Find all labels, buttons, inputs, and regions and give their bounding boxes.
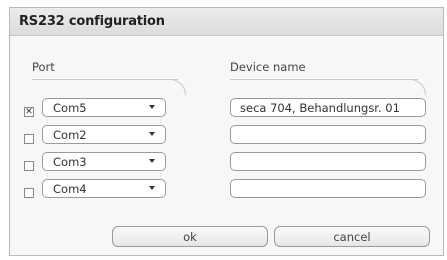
row-1-port-select[interactable]: Com5 bbox=[42, 98, 166, 117]
port-column-header: Port bbox=[32, 60, 55, 74]
cancel-button[interactable]: cancel bbox=[274, 226, 430, 247]
row-2-port-value: Com2 bbox=[53, 128, 87, 142]
rs232-config-dialog: RS232 configuration Port Device name ✕ C… bbox=[9, 7, 444, 256]
row-4-port-select[interactable]: Com4 bbox=[42, 179, 166, 198]
device-column-header: Device name bbox=[230, 60, 306, 74]
dialog-titlebar: RS232 configuration bbox=[10, 8, 443, 36]
row-4-device-name-input[interactable] bbox=[230, 179, 426, 198]
row-2-port-select[interactable]: Com2 bbox=[42, 125, 166, 144]
row-1-enable-checkbox[interactable]: ✕ bbox=[24, 107, 34, 117]
row-2-device-name-input[interactable] bbox=[230, 125, 426, 144]
row-3-device-name-input[interactable] bbox=[230, 152, 426, 171]
dialog-title: RS232 configuration bbox=[19, 14, 165, 29]
row-2-enable-checkbox[interactable] bbox=[24, 134, 34, 144]
port-header-divider bbox=[32, 79, 178, 80]
device-header-divider bbox=[230, 79, 418, 80]
row-1-port-value: Com5 bbox=[53, 101, 87, 115]
row-3-port-select[interactable]: Com3 bbox=[42, 152, 166, 171]
dropdown-arrow-icon bbox=[149, 105, 155, 109]
device-header-divider-curve bbox=[410, 79, 426, 95]
ok-button[interactable]: ok bbox=[112, 226, 268, 247]
dropdown-arrow-icon bbox=[149, 132, 155, 136]
row-1-device-name-input[interactable] bbox=[230, 98, 426, 117]
row-4-enable-checkbox[interactable] bbox=[24, 188, 34, 198]
dropdown-arrow-icon bbox=[149, 186, 155, 190]
row-3-enable-checkbox[interactable] bbox=[24, 161, 34, 171]
dropdown-arrow-icon bbox=[149, 159, 155, 163]
port-header-divider-curve bbox=[170, 79, 186, 95]
row-3-port-value: Com3 bbox=[53, 155, 87, 169]
row-4-port-value: Com4 bbox=[53, 182, 87, 196]
